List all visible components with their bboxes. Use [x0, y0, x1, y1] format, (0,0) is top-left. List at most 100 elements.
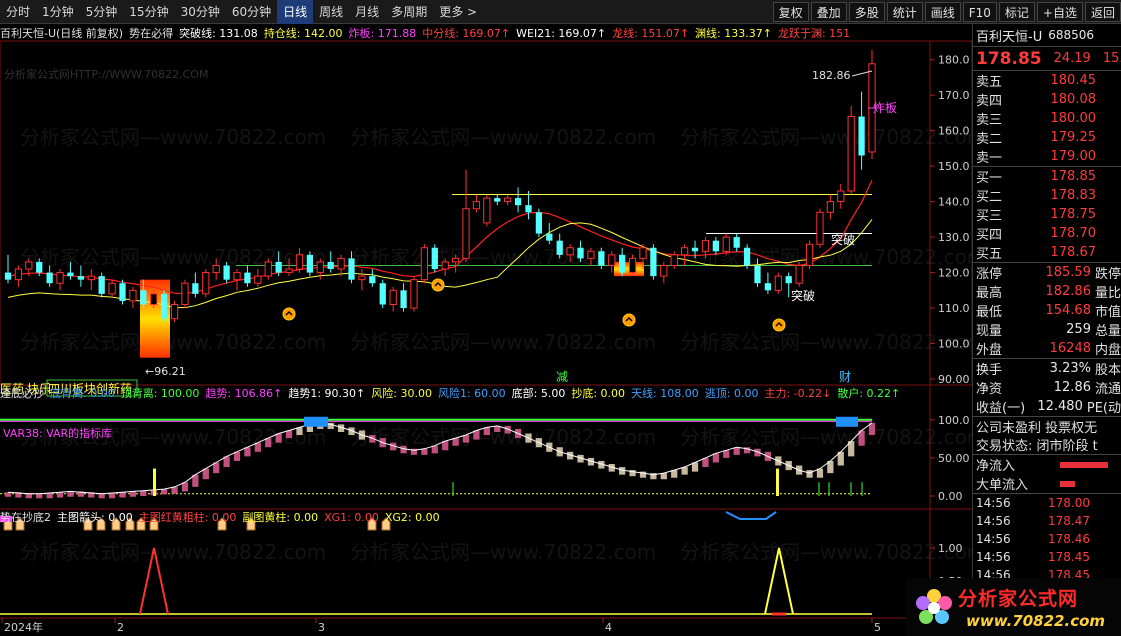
tick-price: 178.47 — [1048, 514, 1090, 528]
candle-body — [285, 268, 293, 274]
main-indicator-name[interactable]: 势在必得 — [129, 25, 173, 41]
toolbar-button[interactable]: 多股 — [848, 2, 885, 22]
indicator-value: 渊线: 133.37↑ — [695, 27, 772, 40]
period-tab[interactable]: 日线 — [277, 0, 314, 24]
stat-value: 182.86 — [1045, 284, 1091, 299]
period-tab[interactable]: 周线 — [313, 0, 349, 24]
sub1-tick-label: 50.00 — [938, 452, 970, 465]
indicator-value: 主图红黄粗柱: 0.00 — [138, 511, 237, 524]
period-tab[interactable]: 30分钟 — [175, 0, 226, 24]
candle-body — [87, 275, 95, 281]
toolbar-button[interactable]: 统计 — [886, 2, 923, 22]
candle-body — [244, 272, 251, 284]
trend-bar — [46, 492, 53, 499]
price-tick-label: 130.0 — [938, 231, 970, 244]
order-row: 卖二 179.25 — [973, 128, 1121, 147]
trend-bar — [36, 493, 43, 499]
candle-body — [472, 201, 481, 210]
stat-value: 154.68 — [1045, 303, 1091, 318]
watermark-text: 分析家公式网—www.70822.com — [20, 330, 326, 354]
time-tick-label: 3 — [318, 621, 325, 634]
toolbar-buttons: 复权 叠加 多股 统计 画线 F10 标记 +自选 返回 — [771, 0, 1121, 24]
candle-body — [379, 283, 386, 305]
candle-body — [514, 198, 522, 206]
breakout-label: 突破 — [831, 232, 855, 247]
period-tab[interactable]: 多周期 — [385, 0, 433, 24]
order-label: 卖二 — [976, 132, 1003, 147]
candle-body — [233, 272, 241, 281]
indicator-value: 风险: 30.00 — [371, 387, 432, 400]
candle-body — [254, 275, 262, 284]
breakout-label: 突破 — [791, 288, 815, 303]
toolbar-button[interactable]: 返回 — [1084, 2, 1121, 22]
candle-body — [14, 268, 23, 281]
indicator-value: 趋势1: 90.30↑ — [288, 387, 366, 400]
candle-body — [566, 247, 574, 256]
escape-top-block — [304, 416, 328, 427]
candle-body — [805, 243, 814, 266]
time-tick-label: 2 — [117, 621, 124, 634]
candle-body — [826, 201, 834, 213]
stat-value: 259 — [1066, 322, 1091, 337]
candle-body — [337, 257, 345, 270]
period-tab[interactable]: 15分钟 — [123, 0, 174, 24]
candle-body — [712, 240, 719, 252]
indicator-value: 顶背离: 100.00 — [120, 387, 200, 400]
period-tab[interactable]: 60分钟 — [226, 0, 277, 24]
escape-top-block — [836, 416, 858, 427]
period-tab[interactable]: 分时 — [0, 0, 36, 24]
candle-body — [161, 293, 168, 319]
candle-body — [295, 254, 304, 270]
order-label: 卖三 — [976, 113, 1003, 128]
toolbar-button[interactable]: F10 — [962, 2, 997, 22]
period-tab[interactable]: 1分钟 — [36, 0, 80, 24]
toolbar-button[interactable]: 画线 — [924, 2, 961, 22]
toolbar-button[interactable]: 复权 — [772, 2, 809, 22]
indicator-value: 龙跃于渊: 151 — [777, 27, 851, 40]
stat-label: 换手 — [976, 363, 1003, 378]
chart-area[interactable]: 分析家公式网—www.70822.com 分析家公式网—www.70822.com… — [0, 24, 972, 636]
price-tick-label: 120.0 — [938, 267, 970, 280]
order-price: 178.85 — [1050, 169, 1097, 184]
candle-body — [660, 264, 668, 277]
buy-signal-marker — [622, 313, 636, 327]
stat-extra-label: 跌停 — [1094, 267, 1121, 282]
sub1-name[interactable]: 逢底必抄 — [0, 385, 44, 401]
toolbar-button[interactable]: +自选 — [1036, 2, 1083, 22]
period-tab[interactable]: 更多 > — [433, 0, 483, 24]
candle-body — [410, 279, 418, 309]
candle-body — [774, 275, 782, 291]
candle-body — [170, 304, 179, 320]
stat-row: 收益(一) 12.480 PE(动 — [973, 397, 1121, 416]
indicator-value: 趋势: 106.86↑ — [205, 387, 283, 400]
stat-row: 最低 154.68 市值 — [973, 301, 1121, 320]
order-row: 卖三 180.00 — [973, 109, 1121, 128]
sub2-name[interactable]: 势在抄底2 — [0, 509, 51, 525]
order-label: 卖四 — [976, 94, 1003, 109]
order-label: 买二 — [976, 190, 1003, 205]
period-tab[interactable]: 5分钟 — [80, 0, 124, 24]
period-tab[interactable]: 月线 — [349, 0, 385, 24]
indicator-value: 副图黄柱: 0.00 — [242, 511, 319, 524]
order-price: 180.45 — [1050, 73, 1097, 88]
stat-label: 最低 — [976, 305, 1003, 320]
toolbar-button[interactable]: 叠加 — [810, 2, 847, 22]
indicator-value: XG2: 0.00 — [384, 510, 440, 524]
company-info-row: 公司未盈利 投票权无 — [973, 416, 1121, 436]
order-price: 180.00 — [1050, 111, 1097, 126]
candle-body — [535, 212, 543, 234]
flow-label: 大单流入 — [976, 478, 1029, 493]
order-row: 买四 178.70 — [973, 224, 1121, 243]
stat-row: 换手 3.23% 股本 — [973, 359, 1121, 378]
toolbar-button[interactable]: 标记 — [998, 2, 1035, 22]
watermark-text: 分析家公式网—www.70822.com — [350, 125, 656, 149]
candle-body — [67, 272, 74, 277]
stat-extra-label: 市值 — [1094, 305, 1121, 320]
indicator-value: 中分线: 169.07↑ — [422, 27, 511, 40]
order-row: 卖一 179.00 — [973, 147, 1121, 166]
indicator-value: 逃顶: 0.00 — [704, 387, 759, 400]
trend-bar — [4, 492, 12, 497]
stat-value: 3.23% — [1049, 361, 1091, 376]
candle-body — [743, 247, 751, 266]
stat-extra-label: 流通 — [1094, 382, 1121, 397]
